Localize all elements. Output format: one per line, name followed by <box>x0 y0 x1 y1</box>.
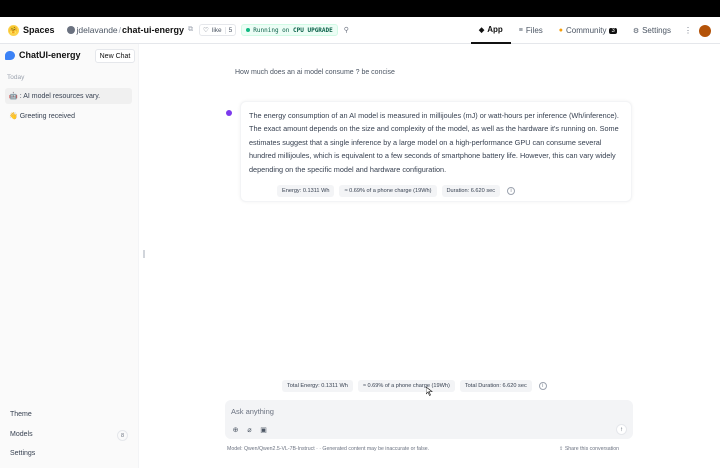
assistant-avatar-icon <box>226 110 232 116</box>
sidebar-resize-handle[interactable] <box>143 250 145 258</box>
chat-input-box: ⊕ ⌀ ▣ ↑ <box>225 400 633 439</box>
search-icon[interactable]: ⚲ <box>344 26 349 34</box>
conversation-title: : AI model resources vary. <box>19 92 101 100</box>
owner-avatar <box>66 26 75 34</box>
tab-community-label: Community <box>566 26 607 35</box>
send-button[interactable]: ↑ <box>616 424 627 435</box>
message-stats: Energy: 0.1311 Wh ≈ 0.69% of a phone cha… <box>277 185 516 197</box>
mouse-cursor-icon <box>426 387 433 396</box>
hardware-label: CPU UPGRADE <box>293 26 333 34</box>
community-count-badge: 3 <box>609 27 617 34</box>
gear-icon: ⚙ <box>632 27 640 35</box>
breadcrumb-separator: / <box>118 25 122 35</box>
share-conversation-link[interactable]: ⇪ Share this conversation <box>559 446 619 452</box>
tab-app[interactable]: ◆ App <box>470 17 511 44</box>
energy-stat: Energy: 0.1311 Wh <box>277 185 335 197</box>
space-breadcrumb: 🤗 Spaces jdelavande / chat-ui-energy ⧉ ♡… <box>0 17 349 43</box>
assistant-message: The energy consumption of an AI model is… <box>240 101 632 202</box>
chat-bubble-icon <box>5 50 15 60</box>
spaces-link[interactable]: Spaces <box>23 25 55 35</box>
tab-files[interactable]: ≡ Files <box>511 17 551 44</box>
total-energy-stat: Total Energy: 0.1311 Wh <box>282 380 353 392</box>
phone-charge-stat: ≈ 0.69% of a phone charge (19Wh) <box>339 185 437 197</box>
hugging-face-logo-icon[interactable]: 🤗 <box>8 24 19 36</box>
paperclip-icon[interactable]: ⌀ <box>245 425 254 434</box>
share-icon: ⇪ <box>559 446 564 452</box>
total-phone-charge-stat: ≈ 0.69% of a phone charge (19Wh) <box>357 380 455 392</box>
user-message: How much does an ai model consume ? be c… <box>235 69 395 76</box>
total-duration-stat: Total Duration: 6.620 sec <box>459 380 532 392</box>
duration-stat: Duration: 6.620 sec <box>441 185 501 197</box>
conversation-item[interactable]: 🤖 : AI model resources vary. <box>5 88 132 104</box>
brand-title: ChatUI-energy <box>19 50 81 60</box>
heart-icon: ♡ <box>203 27 209 34</box>
user-avatar[interactable] <box>699 24 711 37</box>
models-button[interactable]: Models <box>10 431 33 438</box>
community-icon: ● <box>558 27 564 34</box>
running-status-badge[interactable]: Running on CPU UPGRADE <box>241 24 338 36</box>
like-count: 5 <box>224 26 236 34</box>
brand[interactable]: ChatUI-energy <box>5 50 81 60</box>
space-nav: ◆ App ≡ Files ● Community 3 ⚙ Settings ⋮ <box>470 17 720 44</box>
total-stats: Total Energy: 0.1311 Wh ≈ 0.69% of a pho… <box>282 380 547 392</box>
files-icon: ≡ <box>518 27 523 34</box>
model-disclaimer: Model: Qwen/Qwen2.5-VL-7B-Instruct · · G… <box>227 446 430 452</box>
share-label: Share this conversation <box>564 446 620 452</box>
like-button[interactable]: ♡ like 5 <box>199 24 237 36</box>
conversation-item[interactable]: 👋 Greeting received <box>5 108 132 124</box>
tab-files-label: Files <box>525 26 543 35</box>
new-chat-button[interactable]: New Chat <box>95 49 135 63</box>
conversation-title: Greeting received <box>19 112 75 120</box>
copy-icon[interactable]: ⧉ <box>188 26 193 34</box>
window-top-bar <box>0 0 720 17</box>
sidebar: ChatUI-energy New Chat Today 🤖 : AI mode… <box>0 44 139 468</box>
running-label: Running on <box>253 26 290 34</box>
robot-emoji-icon: 🤖 <box>9 93 18 100</box>
chat-input[interactable] <box>231 405 621 417</box>
status-dot-icon <box>246 28 251 32</box>
info-icon[interactable]: i <box>538 382 547 390</box>
settings-button[interactable]: Settings <box>10 450 35 457</box>
assistant-message-text: The energy consumption of an AI model is… <box>249 111 619 174</box>
tab-settings[interactable]: ⚙ Settings <box>625 17 679 44</box>
tab-settings-label: Settings <box>642 26 671 35</box>
globe-icon[interactable]: ⊕ <box>231 425 240 434</box>
repo-link[interactable]: chat-ui-energy <box>122 25 184 35</box>
more-menu-icon[interactable]: ⋮ <box>679 26 697 35</box>
tab-app-label: App <box>487 25 503 34</box>
app-icon: ◆ <box>478 26 485 34</box>
like-label: like <box>211 26 222 34</box>
owner-link[interactable]: jdelavande <box>77 25 118 35</box>
tab-community[interactable]: ● Community 3 <box>551 17 625 44</box>
theme-button[interactable]: Theme <box>10 411 32 418</box>
screenshot-icon[interactable]: ▣ <box>259 425 268 434</box>
space-header: 🤗 Spaces jdelavande / chat-ui-energy ⧉ ♡… <box>0 17 720 44</box>
section-label-today: Today <box>7 74 25 81</box>
wave-emoji-icon: 👋 <box>9 113 18 120</box>
info-icon[interactable]: i <box>507 187 516 195</box>
models-count-badge: 8 <box>117 430 128 441</box>
